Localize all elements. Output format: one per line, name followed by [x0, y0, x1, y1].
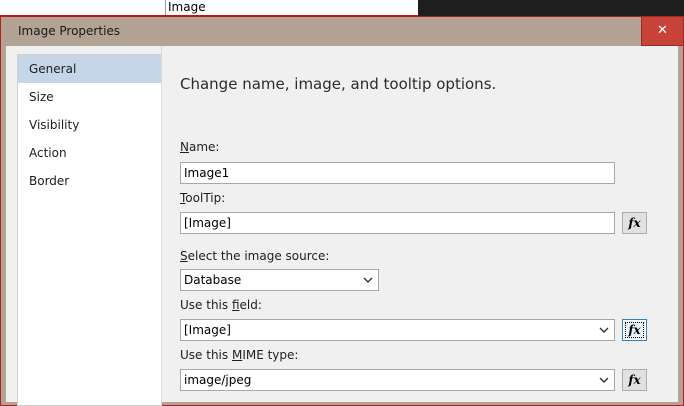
- general-page: Change name, image, and tooltip options.…: [161, 46, 679, 402]
- field-select[interactable]: [Image]: [180, 319, 615, 341]
- dialog-client-area: General Size Visibility Action Border Ch…: [6, 46, 679, 406]
- field-value: [Image]: [184, 323, 231, 337]
- sidebar-item-visibility[interactable]: Visibility: [18, 111, 161, 139]
- page-heading: Change name, image, and tooltip options.: [180, 75, 497, 93]
- dialog-titlebar: Image Properties ✕: [1, 16, 684, 46]
- background-dark-panel: [418, 0, 684, 16]
- image-properties-dialog: Image Properties ✕ General Size Visibili…: [0, 16, 684, 406]
- mime-select[interactable]: image/jpeg: [180, 369, 615, 391]
- chevron-down-icon: [599, 327, 609, 333]
- sidebar-item-border[interactable]: Border: [18, 167, 161, 195]
- close-icon: ✕: [657, 23, 668, 38]
- sidebar-item-size[interactable]: Size: [18, 83, 161, 111]
- image-source-label: Select the image source:: [180, 249, 330, 263]
- image-source-select[interactable]: Database: [180, 269, 379, 291]
- name-input[interactable]: Image1: [180, 162, 615, 184]
- mime-expression-button[interactable]: fx: [622, 369, 647, 391]
- dialog-title: Image Properties: [18, 24, 121, 38]
- field-label: Use this field:: [180, 298, 262, 312]
- image-source-value: Database: [184, 273, 242, 287]
- sidebar-item-action[interactable]: Action: [18, 139, 161, 167]
- sidebar-item-label: Border: [29, 174, 70, 188]
- mime-label: Use this MIME type:: [180, 348, 299, 362]
- close-button[interactable]: ✕: [641, 16, 684, 46]
- tooltip-label: ToolTip:: [180, 191, 226, 205]
- sidebar-item-label: Visibility: [29, 118, 80, 132]
- sidebar-item-label: General: [29, 62, 77, 76]
- sidebar-item-general[interactable]: General: [18, 55, 161, 83]
- sidebar-item-label: Size: [29, 90, 54, 104]
- name-label: Name:: [180, 140, 220, 154]
- sidebar-item-label: Action: [29, 146, 67, 160]
- sidebar-nav: General Size Visibility Action Border: [17, 54, 162, 406]
- chevron-down-icon: [363, 277, 373, 283]
- field-expression-button[interactable]: fx: [622, 319, 647, 341]
- chevron-down-icon: [599, 377, 609, 383]
- background-cell: Image: [165, 0, 388, 15]
- tooltip-expression-button[interactable]: fx: [622, 212, 647, 234]
- mime-value: image/jpeg: [184, 373, 252, 387]
- tooltip-input[interactable]: [Image]: [180, 212, 615, 234]
